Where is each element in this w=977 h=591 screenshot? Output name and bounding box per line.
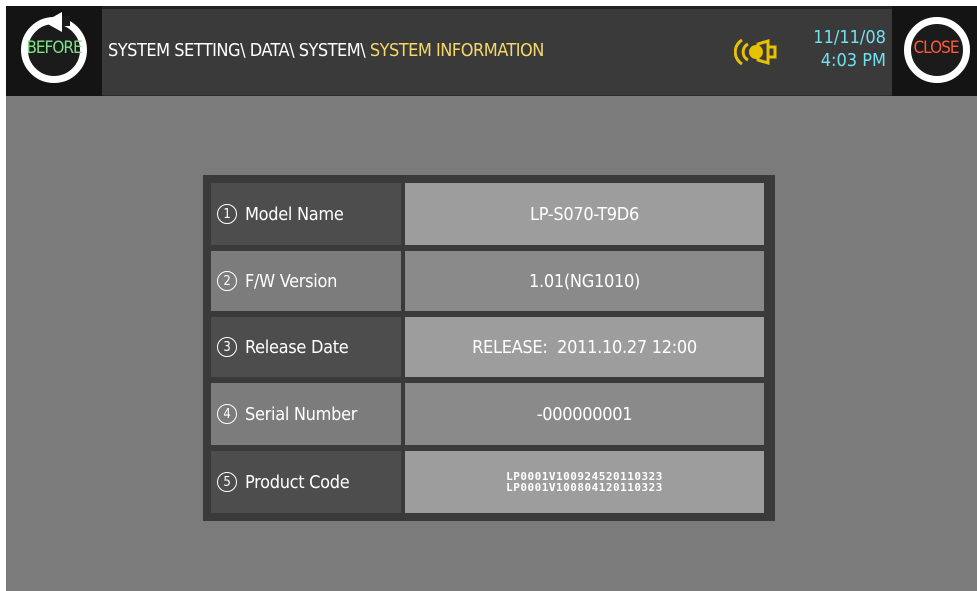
number-badge: 2 bbox=[217, 271, 237, 291]
datetime-display: 11/11/08 4:03 PM bbox=[796, 26, 886, 72]
info-label: 3 Release Date bbox=[211, 317, 401, 377]
breadcrumb-current: SYSTEM INFORMATION bbox=[369, 40, 545, 61]
before-button[interactable]: BEFORE bbox=[6, 6, 102, 96]
info-label: 2 F/W Version bbox=[211, 251, 401, 311]
info-value: LP-S070-T9D6 bbox=[405, 183, 764, 245]
info-row-serial-number: 4 Serial Number -000000001 bbox=[211, 383, 764, 445]
close-button[interactable]: CLOSE bbox=[892, 6, 977, 96]
label-text: Serial Number bbox=[245, 403, 358, 425]
info-row-fw-version: 2 F/W Version 1.01(NG1010) bbox=[211, 251, 764, 311]
number-badge: 1 bbox=[217, 204, 237, 224]
info-row-model-name: 1 Model Name LP-S070-T9D6 bbox=[211, 183, 764, 245]
info-value: LP0001V100924520110323 LP0001V1008041201… bbox=[405, 451, 764, 513]
info-value: -000000001 bbox=[405, 383, 764, 445]
number-badge: 3 bbox=[217, 337, 237, 357]
close-button-label: CLOSE bbox=[913, 38, 959, 58]
info-label: 5 Product Code bbox=[211, 451, 401, 513]
breadcrumb: SYSTEM SETTING\ DATA\ SYSTEM\ SYSTEM INF… bbox=[108, 40, 544, 61]
label-text: Release Date bbox=[245, 336, 349, 358]
before-button-label: BEFORE bbox=[26, 38, 82, 58]
info-value: RELEASE: 2011.10.27 12:00 bbox=[405, 317, 764, 377]
date-text: 11/11/08 bbox=[813, 27, 886, 48]
hmi-screen: BEFORE SYSTEM SETTING\ DATA\ SYSTEM\ SYS… bbox=[6, 6, 977, 591]
label-text: Model Name bbox=[245, 203, 344, 225]
breadcrumb-path: SYSTEM SETTING\ DATA\ SYSTEM\ bbox=[108, 40, 370, 61]
label-text: Product Code bbox=[245, 471, 350, 493]
system-info-panel: 1 Model Name LP-S070-T9D6 2 F/W Version 1.… bbox=[203, 175, 775, 521]
header-bar: BEFORE SYSTEM SETTING\ DATA\ SYSTEM\ SYS… bbox=[6, 6, 977, 96]
label-text: F/W Version bbox=[245, 270, 338, 292]
info-value: 1.01(NG1010) bbox=[405, 251, 764, 311]
time-text: 4:03 PM bbox=[820, 50, 886, 71]
info-label: 4 Serial Number bbox=[211, 383, 401, 445]
bell-icon[interactable] bbox=[734, 32, 780, 72]
info-label: 1 Model Name bbox=[211, 183, 401, 245]
header-top-border bbox=[6, 6, 977, 9]
info-row-product-code: 5 Product Code LP0001V100924520110323 LP0… bbox=[211, 451, 764, 513]
info-row-release-date: 3 Release Date RELEASE: 2011.10.27 12:00 bbox=[211, 317, 764, 377]
number-badge: 4 bbox=[217, 404, 237, 424]
product-code-line: LP0001V100804120110323 bbox=[506, 481, 663, 494]
product-code-lines: LP0001V100924520110323 LP0001V1008041201… bbox=[506, 471, 663, 493]
number-badge: 5 bbox=[217, 472, 237, 492]
arrow-head-icon bbox=[44, 12, 62, 32]
